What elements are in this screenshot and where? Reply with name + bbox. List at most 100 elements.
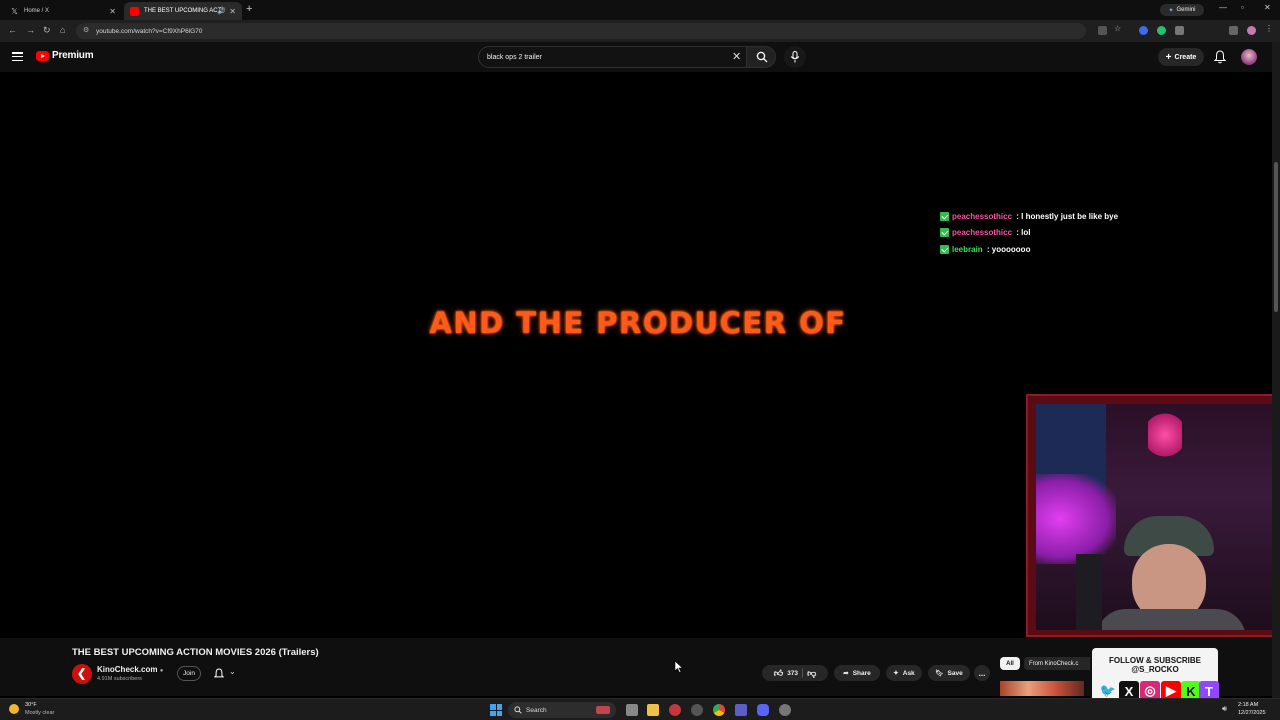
- close-icon[interactable]: ✕: [109, 7, 116, 16]
- create-label: Create: [1174, 53, 1197, 61]
- url-field[interactable]: ⚙ youtube.com/watch?v=Cf9XhP6lG70: [76, 23, 1086, 39]
- hamburger-menu-icon[interactable]: [12, 52, 23, 62]
- reload-icon[interactable]: ↻: [43, 25, 51, 36]
- like-dislike-buttons: 👍︎ 373 👎︎: [762, 665, 828, 681]
- clear-search-icon[interactable]: ✕: [732, 50, 741, 63]
- volume-icon[interactable]: 🔊︎: [1222, 704, 1227, 714]
- search-highlight-icon: [596, 706, 610, 714]
- create-button[interactable]: + Create: [1158, 48, 1204, 66]
- join-button[interactable]: Join: [177, 666, 201, 681]
- share-icon: ➦: [843, 670, 849, 677]
- youtube-icon: [130, 6, 139, 16]
- chrome-icon[interactable]: [713, 704, 725, 716]
- star-icon[interactable]: ☆: [1114, 24, 1123, 33]
- chat-text: lol: [1021, 228, 1031, 238]
- close-icon[interactable]: ✕: [229, 7, 236, 16]
- minimize-icon[interactable]: —: [1219, 3, 1227, 12]
- share-button[interactable]: ➦ Share: [834, 665, 880, 681]
- profile-icon[interactable]: [1247, 26, 1256, 35]
- weather-temperature[interactable]: 30°F: [25, 702, 37, 708]
- subscription-bell-button[interactable]: ⌄: [211, 666, 241, 681]
- file-explorer-icon[interactable]: [647, 704, 659, 716]
- search-icon: [756, 51, 768, 63]
- checkmark-icon: [940, 244, 949, 254]
- gaming-chair: [1076, 554, 1102, 630]
- pink-bow: [1148, 410, 1182, 460]
- brand-label[interactable]: Premium: [52, 50, 94, 61]
- gemini-button[interactable]: ✦ Gemini: [1160, 4, 1204, 16]
- kinocheck-logo-icon: ❮: [77, 668, 87, 680]
- site-info-icon[interactable]: ⚙: [83, 26, 89, 34]
- search-input[interactable]: black ops 2 trailer: [478, 46, 746, 68]
- share-label: Share: [852, 669, 871, 677]
- tab-title: Home / X: [24, 8, 50, 14]
- channel-name-text: KinoCheck.com: [97, 665, 158, 674]
- save-label: Save: [947, 669, 963, 677]
- video-frame-text: AND THE PRODUCER OF: [429, 306, 847, 340]
- forward-icon[interactable]: →: [26, 25, 35, 35]
- page-scrollbar[interactable]: [1272, 42, 1280, 700]
- thumbs-up-icon[interactable]: 👍︎: [774, 668, 783, 679]
- browser-tab-strip: 𝕏 Home / X ✕ THE BEST UPCOMING ACTI 🔊 ✕ …: [0, 0, 1280, 20]
- like-count[interactable]: 373: [787, 670, 798, 677]
- kebab-menu-icon[interactable]: ⋮: [1265, 24, 1274, 33]
- channel-name[interactable]: KinoCheck.com ●: [97, 665, 163, 674]
- chip-all[interactable]: All: [1000, 657, 1020, 670]
- scroll-thumb[interactable]: [1274, 162, 1278, 312]
- extension-icon[interactable]: [1139, 26, 1148, 35]
- extension-icon[interactable]: [1157, 26, 1166, 35]
- notifications-bell-icon[interactable]: [1214, 50, 1226, 64]
- webcam-feed: [1036, 404, 1272, 630]
- app-icon[interactable]: [669, 704, 681, 716]
- puzzle-icon[interactable]: [1175, 26, 1184, 35]
- chip-from-channel[interactable]: From KinoCheck.c: [1024, 657, 1094, 670]
- related-video-thumbnail[interactable]: [1000, 681, 1084, 696]
- channel-avatar[interactable]: ❮: [72, 664, 92, 684]
- weather-description[interactable]: Mostly clear: [25, 710, 54, 716]
- back-icon[interactable]: ←: [8, 25, 17, 35]
- tab-home-x[interactable]: 𝕏 Home / X ✕: [4, 2, 122, 20]
- ask-button[interactable]: ✦ Ask: [886, 665, 922, 681]
- speaker-icon[interactable]: 🔊: [217, 7, 226, 15]
- discord-icon[interactable]: [757, 704, 769, 716]
- url-text: youtube.com/watch?v=Cf9XhP6lG70: [96, 27, 203, 35]
- app-grid-icon[interactable]: [735, 704, 747, 716]
- chat-separator: :: [1014, 211, 1022, 221]
- task-view-icon[interactable]: [626, 704, 638, 716]
- clock-date[interactable]: 12/27/2025: [1238, 710, 1266, 716]
- weather-moon-icon[interactable]: [9, 704, 19, 714]
- voice-search-button[interactable]: [784, 46, 806, 68]
- new-tab-button[interactable]: +: [246, 3, 252, 15]
- window-close-icon[interactable]: ✕: [1264, 3, 1271, 12]
- save-button[interactable]: 🔖︎ Save: [928, 665, 970, 681]
- sidepanel-icon[interactable]: [1229, 26, 1238, 35]
- chat-message: peachessothicc : I honestly just be like…: [940, 208, 1118, 225]
- ask-label: Ask: [902, 669, 915, 677]
- maximize-icon[interactable]: ▫: [1241, 3, 1244, 12]
- tab-youtube-video[interactable]: THE BEST UPCOMING ACTI 🔊 ✕: [124, 2, 242, 20]
- chat-username: leebrain: [952, 244, 983, 254]
- windows-taskbar: 30°F Mostly clear Search 🔊︎ 2:18 AM 12/2…: [0, 698, 1280, 720]
- youtube-logo-icon[interactable]: [36, 51, 49, 61]
- chat-separator: :: [984, 244, 992, 254]
- account-avatar[interactable]: [1241, 49, 1257, 65]
- settings-icon[interactable]: [779, 704, 791, 716]
- chevron-down-icon: ⌄: [229, 667, 236, 676]
- home-icon[interactable]: ⌂: [60, 25, 65, 35]
- more-actions-button[interactable]: ...: [974, 665, 990, 681]
- sparkle-icon: ✦: [893, 670, 899, 677]
- windows-start-icon[interactable]: [490, 704, 502, 716]
- verified-icon: ●: [159, 668, 164, 674]
- youtube-header: Premium black ops 2 trailer ✕ + Create: [0, 42, 1280, 72]
- search-button[interactable]: [746, 46, 776, 68]
- clock-time[interactable]: 2:18 AM: [1238, 702, 1258, 708]
- bookmark-icon: 🔖︎: [935, 670, 944, 677]
- mouse-cursor-icon: [675, 661, 683, 673]
- thumbs-down-icon[interactable]: 👎︎: [807, 668, 816, 679]
- taskbar-search[interactable]: Search: [508, 702, 616, 718]
- chat-username: peachessothicc: [952, 228, 1013, 238]
- tab-title: THE BEST UPCOMING ACTI: [144, 8, 223, 14]
- app-icon[interactable]: [691, 704, 703, 716]
- install-icon[interactable]: [1098, 26, 1107, 35]
- address-bar-row: ← → ↻ ⌂ ⚙ youtube.com/watch?v=Cf9XhP6lG7…: [0, 20, 1280, 42]
